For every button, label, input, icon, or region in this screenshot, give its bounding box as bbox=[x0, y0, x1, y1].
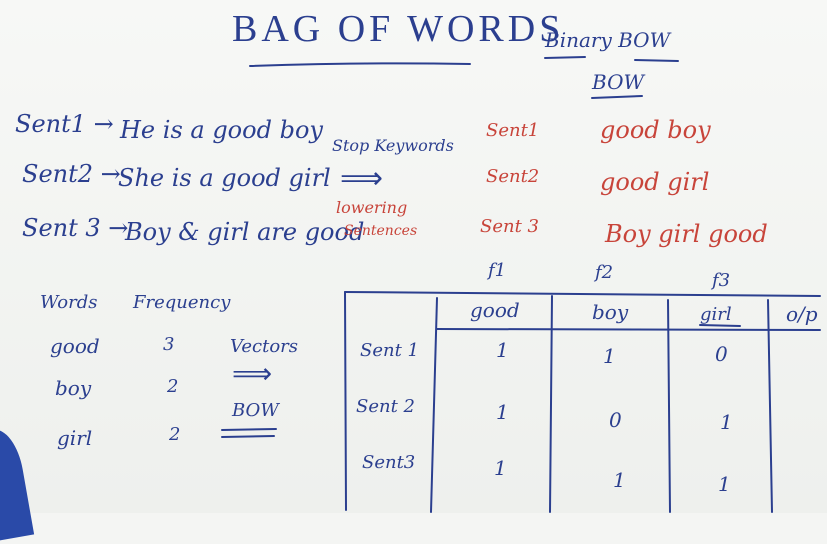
whiteboard: BAG OF WORDS Binary BOW BOW Sent1 → He i… bbox=[0, 0, 827, 544]
marker-strokes bbox=[221, 56, 821, 513]
